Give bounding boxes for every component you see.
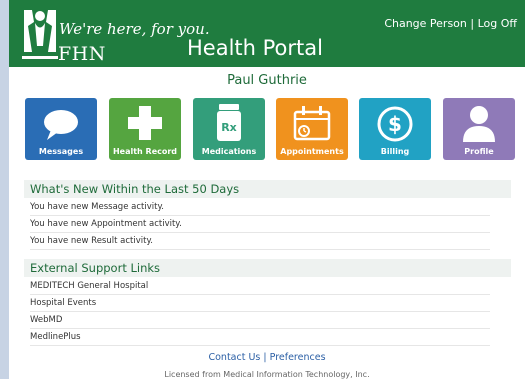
- support-link-webmd[interactable]: WebMD: [30, 312, 490, 329]
- billing-tile-label: Billing: [380, 147, 410, 156]
- license-text: Licensed from Medical Information Techno…: [164, 370, 370, 379]
- medications-tile[interactable]: Rx Medications: [193, 98, 265, 160]
- left-rail: [0, 0, 9, 379]
- contact-us-link[interactable]: Contact Us: [208, 352, 260, 363]
- footer-links: Contact Us | Preferences: [9, 352, 525, 363]
- portal-window: We're here, for you. FHN Health Portal C…: [9, 0, 525, 379]
- whats-new-item-appointment: You have new Appointment activity.: [30, 216, 490, 233]
- medications-tile-label: Medications: [201, 147, 257, 156]
- profile-tile[interactable]: Profile: [443, 98, 515, 160]
- whats-new-item-result: You have new Result activity.: [30, 233, 490, 250]
- health-record-tile-label: Health Record: [112, 147, 178, 156]
- appointments-tile-label: Appointments: [280, 147, 344, 156]
- whats-new-heading: What's New Within the Last 50 Days: [24, 180, 511, 198]
- svg-text:$: $: [388, 112, 402, 136]
- support-link-meditech[interactable]: MEDITECH General Hospital: [30, 278, 490, 295]
- fhn-logo-icon: [22, 10, 58, 59]
- profile-tile-label: Profile: [464, 147, 494, 156]
- support-link-medlineplus[interactable]: MedlinePlus: [30, 329, 490, 346]
- footer-separator: |: [263, 352, 267, 363]
- account-links-separator: |: [470, 17, 475, 30]
- support-link-hospital-events[interactable]: Hospital Events: [30, 295, 490, 312]
- svg-text:Rx: Rx: [221, 121, 237, 134]
- support-links-heading: External Support Links: [24, 259, 511, 277]
- preferences-link[interactable]: Preferences: [270, 352, 326, 363]
- billing-tile[interactable]: $ Billing: [359, 98, 431, 160]
- whats-new-item-message: You have new Message activity.: [30, 199, 490, 216]
- change-person-link[interactable]: Change Person: [384, 17, 467, 30]
- messages-tile[interactable]: Messages: [25, 98, 97, 160]
- page-title: Health Portal: [187, 36, 323, 60]
- user-name: Paul Guthrie: [227, 73, 307, 88]
- messages-tile-label: Messages: [38, 147, 84, 156]
- health-record-tile[interactable]: Health Record: [109, 98, 181, 160]
- header-bar: We're here, for you. FHN Health Portal C…: [9, 0, 525, 67]
- account-links: Change Person | Log Off: [384, 17, 517, 30]
- log-off-link[interactable]: Log Off: [478, 17, 517, 30]
- appointments-tile[interactable]: Appointments: [276, 98, 348, 160]
- brand-name: FHN: [58, 43, 106, 65]
